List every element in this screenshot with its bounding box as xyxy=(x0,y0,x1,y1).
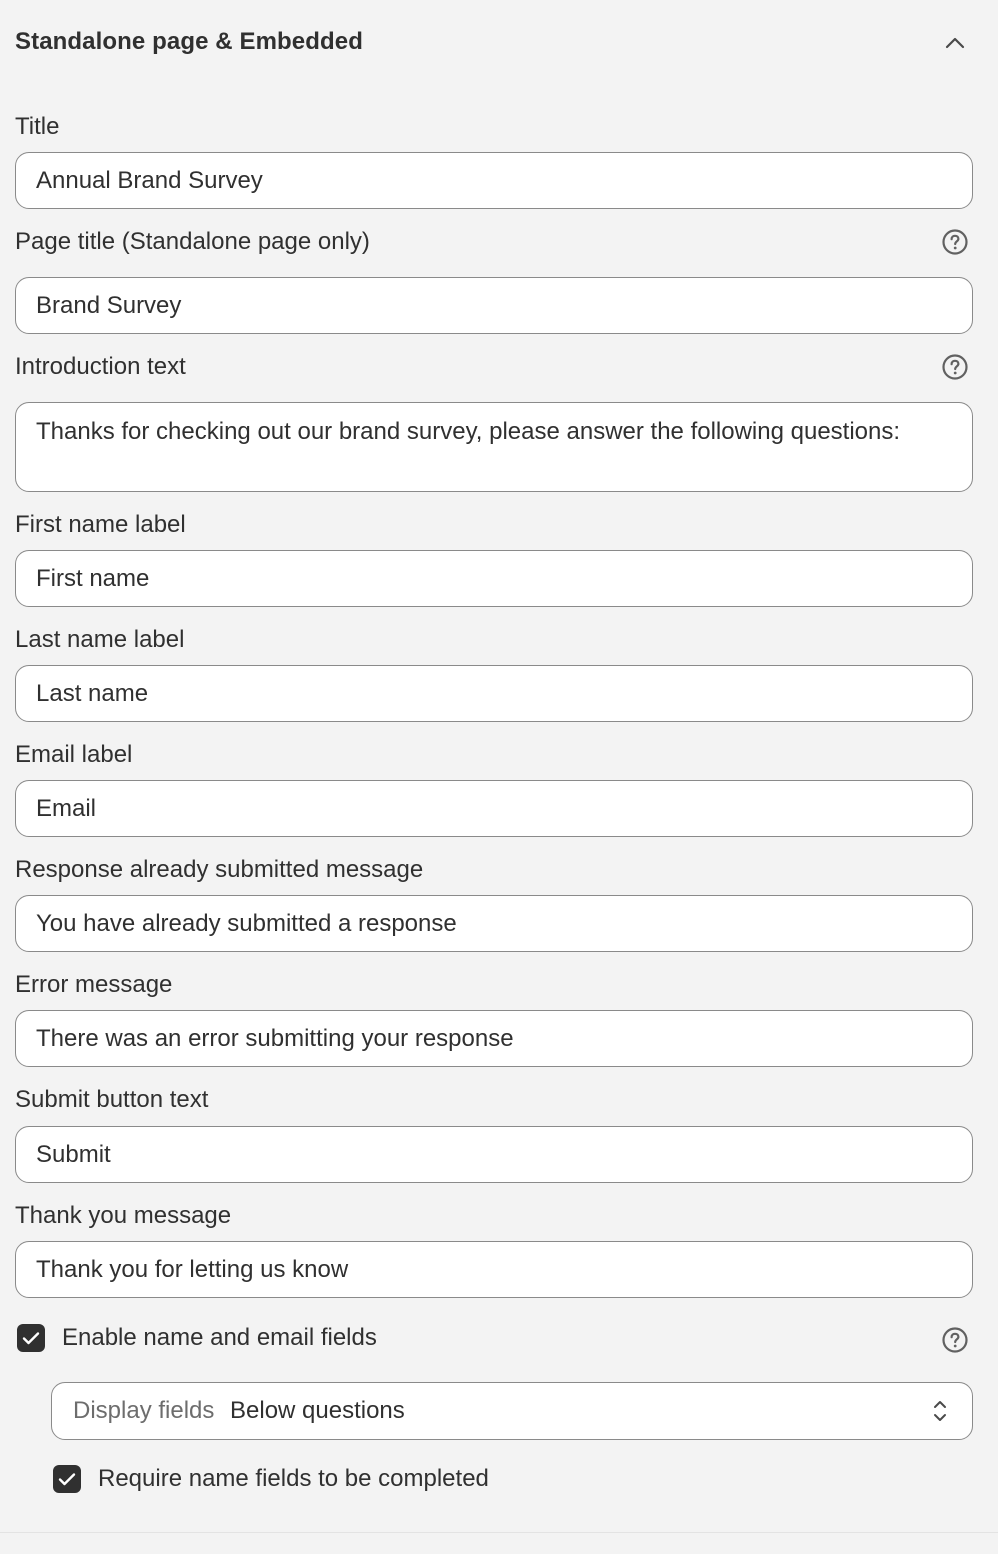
help-icon[interactable] xyxy=(941,1326,969,1354)
submit-button-text-label: Submit button text xyxy=(15,1086,209,1113)
response-submitted-field[interactable] xyxy=(15,895,973,952)
first-name-input[interactable] xyxy=(16,551,972,606)
first-name-field[interactable] xyxy=(15,550,973,607)
require-fields-label[interactable]: Require name fields to be completed xyxy=(98,1465,489,1493)
introduction-text-field[interactable]: Thanks for checking out our brand survey… xyxy=(15,402,973,492)
display-fields-value: Below questions xyxy=(230,1397,405,1424)
thank-you-message-label: Thank you message xyxy=(15,1202,232,1229)
last-name-label: Last name label xyxy=(15,626,185,653)
error-message-input[interactable] xyxy=(16,1011,972,1066)
submit-button-text-field[interactable] xyxy=(15,1126,973,1183)
enable-fields-label[interactable]: Enable name and email fields xyxy=(62,1324,377,1352)
require-fields-checkbox[interactable] xyxy=(53,1465,81,1493)
response-submitted-input[interactable] xyxy=(16,896,972,951)
display-fields-select[interactable]: Display fields Below questions xyxy=(51,1382,973,1440)
help-icon[interactable] xyxy=(941,353,969,381)
last-name-field[interactable] xyxy=(15,665,973,722)
checkmark-icon xyxy=(58,1473,76,1486)
introduction-text-input[interactable]: Thanks for checking out our brand survey… xyxy=(16,403,972,491)
title-label: Title xyxy=(15,113,60,140)
email-field[interactable] xyxy=(15,780,973,837)
display-fields-prefix: Display fields xyxy=(73,1397,215,1424)
response-submitted-label: Response already submitted message xyxy=(15,856,424,883)
collapse-button[interactable] xyxy=(934,24,976,62)
enable-fields-checkbox[interactable] xyxy=(17,1324,45,1352)
thank-you-message-input[interactable] xyxy=(16,1242,972,1297)
thank-you-message-field[interactable] xyxy=(15,1241,973,1298)
last-name-input[interactable] xyxy=(16,666,972,721)
help-icon[interactable] xyxy=(941,228,969,256)
section-title: Standalone page & Embedded xyxy=(15,28,363,55)
title-input[interactable] xyxy=(16,153,972,208)
page-title-label: Page title (Standalone page only) xyxy=(15,228,370,255)
section-header[interactable]: Standalone page & Embedded xyxy=(0,0,998,86)
email-label: Email label xyxy=(15,741,133,768)
section-divider xyxy=(0,1532,998,1533)
email-input[interactable] xyxy=(16,781,972,836)
first-name-label: First name label xyxy=(15,511,186,538)
error-message-label: Error message xyxy=(15,971,173,998)
checkmark-icon xyxy=(22,1332,40,1345)
select-chevron-icon xyxy=(934,1401,946,1421)
chevron-up-icon xyxy=(945,37,965,49)
title-field[interactable] xyxy=(15,152,973,209)
error-message-field[interactable] xyxy=(15,1010,973,1067)
introduction-text-label: Introduction text xyxy=(15,353,186,380)
submit-button-text-input[interactable] xyxy=(16,1127,972,1182)
page-title-input[interactable] xyxy=(16,278,972,333)
page-title-field[interactable] xyxy=(15,277,973,334)
